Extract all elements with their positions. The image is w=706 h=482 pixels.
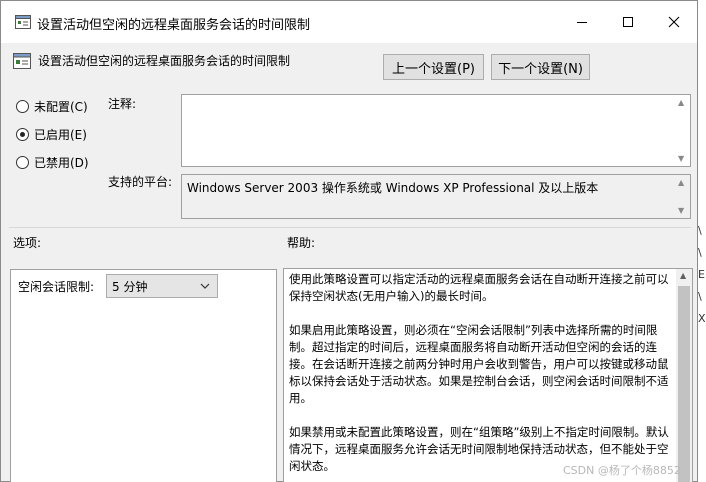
- idle-session-limit-label: 空闲会话限制:: [18, 280, 95, 294]
- supported-platform-label: 支持的平台:: [108, 175, 173, 189]
- idle-session-limit-dropdown[interactable]: 5 分钟: [106, 274, 218, 298]
- radio-circle-checked[interactable]: [16, 127, 29, 141]
- scroll-down-icon[interactable]: ▼: [678, 206, 684, 215]
- options-label: 选项:: [13, 236, 42, 250]
- help-paragraph: 如果启用此策略设置，则必须在“空闲会话限制”列表中选择所需的时间限制。超过指定的…: [289, 323, 669, 405]
- bg-fragment: \: [698, 224, 702, 237]
- options-panel: 空闲会话限制: 5 分钟: [10, 269, 277, 482]
- bg-fragment: E: [698, 268, 705, 281]
- maximize-button[interactable]: [605, 1, 651, 43]
- chevron-down-icon: [200, 283, 210, 289]
- radio-enabled[interactable]: 已启用(E): [16, 125, 87, 143]
- policy-dialog: 设置活动但空闲的远程桌面服务会话的时间限制 设置活动但空闲的远程桌面服务会话的时…: [0, 0, 698, 482]
- dropdown-selected-value: 5 分钟: [112, 279, 148, 294]
- radio-label: 已启用(E): [34, 127, 87, 142]
- previous-setting-button[interactable]: 上一个设置(P): [383, 54, 484, 80]
- next-setting-button[interactable]: 下一个设置(N): [491, 54, 590, 80]
- title-bar[interactable]: 设置活动但空闲的远程桌面服务会话的时间限制: [1, 1, 697, 43]
- help-text: 使用此策略设置可以指定活动的远程桌面服务会话在自动断开连接之前可以保持空闲状态(…: [289, 271, 675, 482]
- radio-label: 已禁用(D): [34, 155, 89, 170]
- close-button[interactable]: [651, 1, 697, 43]
- platform-scrollbar[interactable]: ▲ ▼: [675, 176, 689, 217]
- watermark: CSDN @杨了个杨8852: [563, 464, 681, 477]
- radio-disabled[interactable]: 已禁用(D): [16, 153, 89, 171]
- close-icon: [668, 16, 680, 28]
- scroll-up-icon[interactable]: ▲: [678, 178, 684, 187]
- bg-fragment: \: [698, 246, 702, 259]
- supported-platform-box: Windows Server 2003 操作系统或 Windows XP Pro…: [181, 174, 691, 219]
- help-label: 帮助:: [287, 236, 316, 250]
- scroll-down-icon[interactable]: ▼: [678, 154, 684, 163]
- minimize-icon: [577, 22, 587, 23]
- scroll-up-icon[interactable]: ▲: [680, 271, 686, 280]
- scroll-up-icon[interactable]: ▲: [678, 98, 684, 107]
- radio-not-configured[interactable]: 未配置(C): [16, 97, 88, 115]
- background-window-right: \ \ E \ X: [697, 0, 706, 482]
- radio-circle[interactable]: [16, 99, 29, 113]
- policy-setting-icon: [15, 15, 31, 29]
- help-paragraph: 使用此策略设置可以指定活动的远程桌面服务会话在自动断开连接之前可以保持空闲状态(…: [289, 272, 669, 303]
- scrollbar-thumb[interactable]: [678, 286, 690, 482]
- bg-fragment: X: [698, 312, 706, 325]
- comment-label: 注释:: [108, 97, 137, 111]
- radio-label: 未配置(C): [34, 99, 88, 114]
- window-title: 设置活动但空闲的远程桌面服务会话的时间限制: [37, 18, 311, 33]
- supported-platform-value: Windows Server 2003 操作系统或 Windows XP Pro…: [187, 181, 599, 195]
- setting-header-title: 设置活动但空闲的远程桌面服务会话的时间限制: [38, 54, 291, 68]
- help-scrollbar[interactable]: ▲: [676, 269, 692, 482]
- bg-fragment: \: [698, 290, 702, 303]
- comment-textarea[interactable]: ▲ ▼: [181, 94, 691, 167]
- maximize-icon: [623, 17, 633, 27]
- help-panel[interactable]: 使用此策略设置可以指定活动的远程桌面服务会话在自动断开连接之前可以保持空闲状态(…: [283, 268, 693, 482]
- separator: [9, 227, 691, 228]
- policy-setting-icon: [13, 53, 31, 69]
- minimize-button[interactable]: [559, 1, 605, 43]
- radio-circle[interactable]: [16, 155, 29, 169]
- comment-scrollbar[interactable]: ▲ ▼: [675, 96, 689, 165]
